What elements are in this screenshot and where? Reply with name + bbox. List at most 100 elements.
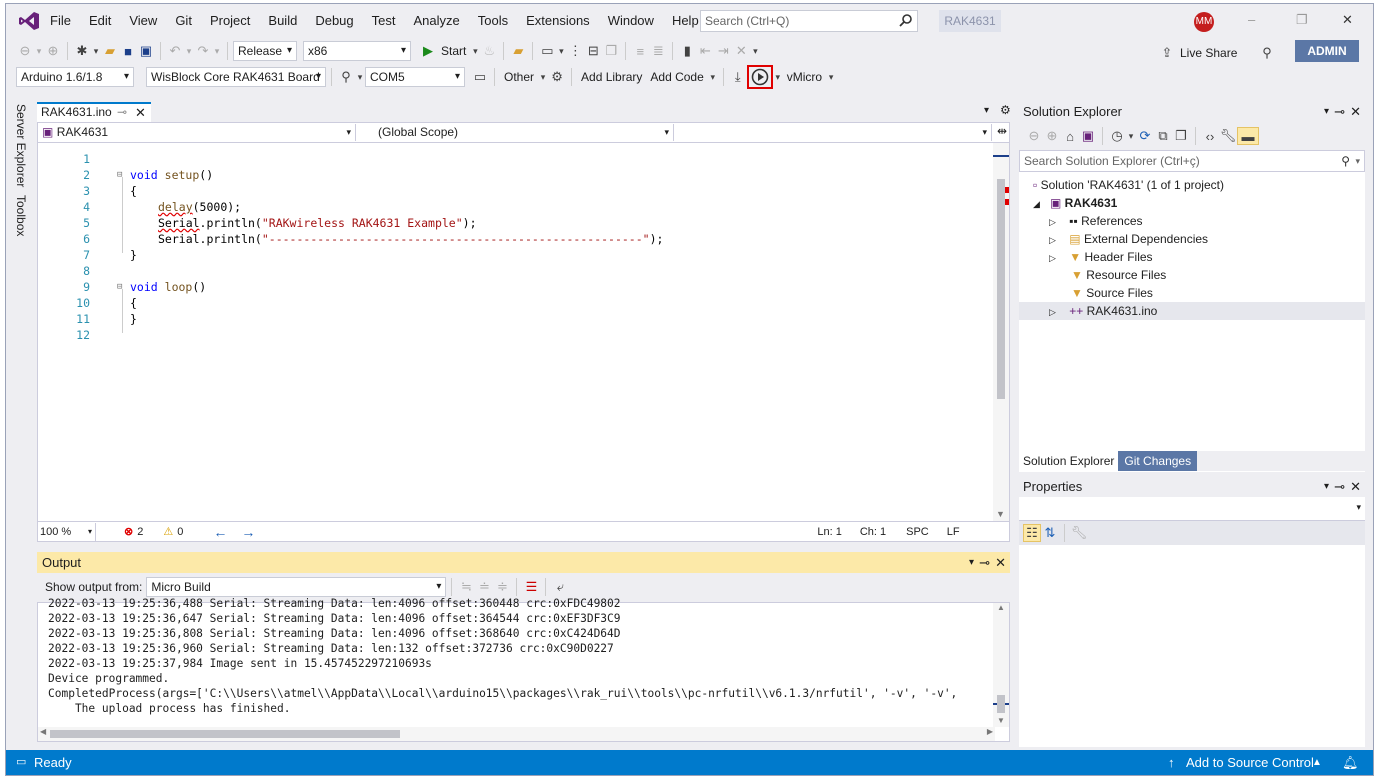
tab-rak4631-ino[interactable]: RAK4631.ino ⊸ ✕	[37, 102, 151, 122]
project-nav-dropdown[interactable]: ▣ RAK4631 ▾	[38, 124, 356, 141]
chevron-down-icon[interactable]: ▾	[184, 42, 194, 60]
menu-git[interactable]: Git	[175, 13, 192, 28]
undo-icon[interactable]: ↶	[166, 42, 184, 60]
chevron-down-icon[interactable]: ▾	[91, 42, 101, 60]
bookmark-icon[interactable]: ▮	[678, 42, 696, 60]
chevron-down-icon[interactable]: ▾	[969, 552, 974, 573]
preview-icon[interactable]: ▬	[1237, 127, 1259, 145]
solution-search-input[interactable]: Search Solution Explorer (Ctrl+ç) ⚲ ▾	[1019, 150, 1365, 172]
chevron-down-icon[interactable]: ▾	[1355, 151, 1360, 171]
prev-message-icon[interactable]: ≐	[475, 578, 493, 596]
avatar[interactable]: MM	[1194, 12, 1214, 32]
toolbox-icon[interactable]: ⋮	[566, 42, 584, 60]
board-dropdown[interactable]: WisBlock Core RAK4631 Board	[146, 67, 326, 87]
start-button[interactable]: Start	[441, 44, 466, 58]
navigate-back-icon[interactable]: ⊖	[16, 42, 34, 60]
close-icon[interactable]: ✕	[1350, 477, 1361, 497]
play-icon[interactable]: ▶	[419, 42, 437, 60]
board-version-dropdown[interactable]: Arduino 1.6/1.8	[16, 67, 134, 87]
live-share-button[interactable]: ⇪ Live Share	[1158, 44, 1241, 62]
tree-node-resource-files[interactable]: ▼ Resource Files	[1071, 266, 1166, 284]
wrench-icon[interactable]: 🔧︎	[1070, 524, 1088, 542]
chevron-down-icon[interactable]: ▾	[556, 42, 566, 60]
output-vertical-scrollbar[interactable]: ▲ ▼	[993, 603, 1009, 727]
code-view-icon[interactable]: ‹›	[1201, 127, 1219, 145]
output-text[interactable]: 2022-03-13 19:25:36,488 Serial: Streamin…	[37, 597, 1010, 742]
tree-node-references[interactable]: ▷ ▪▪ References	[1049, 212, 1143, 230]
output-horizontal-scrollbar[interactable]: ◀ ▶	[38, 727, 995, 741]
forward-icon[interactable]: ⊕	[1043, 127, 1061, 145]
chevron-left-icon[interactable]: ◀	[40, 727, 46, 736]
collapsed-icon[interactable]: ▷	[1049, 307, 1056, 317]
wrench-icon[interactable]: 🔧︎	[1219, 127, 1237, 145]
format-icon[interactable]: ⊟	[584, 42, 602, 60]
tree-node-external-dependencies[interactable]: ▷ ▤ External Dependencies	[1049, 230, 1208, 248]
scroll-thumb[interactable]	[50, 730, 400, 738]
gear-icon[interactable]: ⚙	[548, 68, 566, 86]
next-message-icon[interactable]: ≑	[493, 578, 511, 596]
collapsed-icon[interactable]: ▷	[1049, 217, 1056, 227]
show-all-files-icon[interactable]: ❐	[1172, 127, 1190, 145]
home-icon[interactable]: ⌂	[1061, 127, 1079, 145]
new-project-icon[interactable]: ✱	[73, 42, 91, 60]
feedback-icon[interactable]: ⚲	[1258, 44, 1276, 62]
chevron-up-icon[interactable]: ▲	[1312, 750, 1322, 775]
gear-icon[interactable]: ⚙	[1000, 103, 1011, 117]
member-nav-dropdown[interactable]: ▾	[674, 124, 992, 141]
board-properties-icon[interactable]: ⚲	[337, 68, 355, 86]
tree-node-header-files[interactable]: ▷ ▼ Header Files	[1049, 248, 1153, 266]
add-to-source-control-button[interactable]: Add to Source Control	[1186, 750, 1314, 775]
chevron-down-icon[interactable]: ▾	[708, 68, 718, 86]
alphabetical-icon[interactable]: ⇅	[1041, 524, 1059, 542]
collapse-all-icon[interactable]: ⧉	[1154, 127, 1172, 145]
open-folder-icon[interactable]: ▰	[101, 42, 119, 60]
chevron-down-icon[interactable]: ▾	[212, 42, 222, 60]
pin-icon[interactable]: ⊸	[1334, 477, 1345, 497]
navigate-forward-icon[interactable]: ⊕	[44, 42, 62, 60]
scroll-thumb[interactable]	[997, 179, 1005, 399]
bookmark-prev-icon[interactable]: ⇤	[696, 42, 714, 60]
chevron-down-icon[interactable]: ▾	[750, 42, 760, 60]
chevron-down-icon[interactable]: ▾	[1324, 477, 1329, 497]
chevron-down-icon[interactable]: ▼	[996, 509, 1005, 519]
uncomment-icon[interactable]: ≣	[649, 42, 667, 60]
split-icon[interactable]: ⇹	[997, 124, 1007, 138]
scope-nav-dropdown[interactable]: (Global Scope) ▾	[356, 124, 674, 141]
notification-bell-icon[interactable]: 🔔︎	[1342, 750, 1359, 775]
bookmark-next-icon[interactable]: ⇥	[714, 42, 732, 60]
upload-icon[interactable]: ⤓	[729, 68, 747, 86]
go-to-line-icon[interactable]: ≒	[457, 578, 475, 596]
menu-analyze[interactable]: Analyze	[413, 13, 459, 28]
tree-node-source-files[interactable]: ▼ Source Files	[1071, 284, 1153, 302]
close-tab-icon[interactable]: ✕	[135, 104, 146, 121]
error-count[interactable]: 2	[137, 526, 143, 538]
warning-count[interactable]: 0	[177, 526, 183, 538]
pin-icon[interactable]: ⊸	[979, 552, 990, 573]
chevron-down-icon[interactable]: ▾	[1126, 127, 1136, 145]
platform-dropdown[interactable]: x86	[303, 41, 411, 61]
save-icon[interactable]: ■	[119, 42, 137, 60]
build-upload-button[interactable]	[746, 65, 773, 89]
tree-node-project[interactable]: ◢ ▣ RAK4631	[1033, 194, 1117, 212]
zoom-dropdown[interactable]: 100 % ▾	[38, 522, 96, 541]
expanded-icon[interactable]: ◢	[1033, 199, 1040, 209]
menu-build[interactable]: Build	[268, 13, 297, 28]
properties-object-dropdown[interactable]: ▾	[1019, 497, 1365, 521]
pin-icon[interactable]: ⊸	[1334, 102, 1345, 122]
arrow-right-icon[interactable]: →	[241, 524, 255, 540]
menu-help[interactable]: Help	[672, 13, 699, 28]
close-icon[interactable]: ✕	[995, 552, 1006, 573]
editor-vertical-scrollbar[interactable]: ▼	[993, 143, 1009, 521]
tree-node-rak4631-ino[interactable]: ▷ ++ RAK4631.ino	[1019, 302, 1365, 320]
back-icon[interactable]: ⊖	[1025, 127, 1043, 145]
clear-all-icon[interactable]: ☰	[522, 578, 540, 596]
tree-node-solution[interactable]: ▫ Solution 'RAK4631' (1 of 1 project)	[1033, 176, 1224, 194]
output-source-dropdown[interactable]: Micro Build	[146, 577, 447, 597]
scroll-thumb[interactable]	[997, 695, 1005, 713]
configuration-dropdown[interactable]: Release	[233, 41, 297, 61]
categorized-icon[interactable]: ☷	[1023, 524, 1041, 542]
menu-debug[interactable]: Debug	[315, 13, 353, 28]
switch-views-icon[interactable]: ▣	[1079, 127, 1097, 145]
menu-extensions[interactable]: Extensions	[526, 13, 590, 28]
minimize-button[interactable]: –	[1248, 12, 1255, 27]
